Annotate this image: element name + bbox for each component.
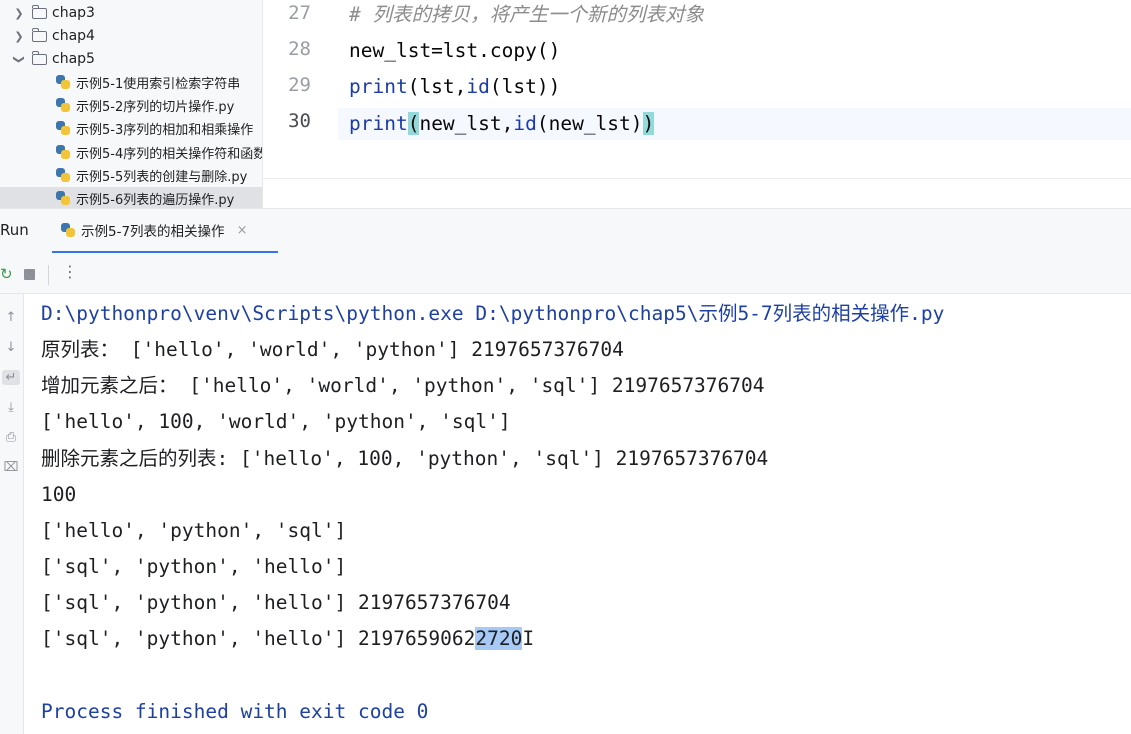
file-label: 示例5-2序列的切片操作.py [76, 99, 235, 115]
line-number: 27 [288, 2, 311, 24]
console-output-line: ['sql', 'python', 'hello'] 2197659062272… [41, 625, 535, 653]
console-output-line: ['sql', 'python', 'hello'] [41, 555, 347, 578]
tree-file-item[interactable]: 示例5-2序列的切片操作.py [56, 94, 234, 116]
matching-paren-highlight: ( [407, 112, 420, 135]
soft-wrap-icon[interactable]: ↵ [2, 370, 20, 385]
close-icon[interactable]: × [237, 223, 248, 238]
matching-paren-highlight: ) [642, 112, 655, 135]
run-tool-window-header: Run 示例5-7列表的相关操作 × [0, 208, 1131, 255]
console-output-text: ['sql', 'python', 'hello'] 2197659062 [41, 627, 476, 650]
run-panel-title: Run [0, 221, 29, 239]
stop-icon[interactable] [24, 269, 35, 280]
tree-file-item[interactable]: 示例5-6列表的遍历操作.py [0, 187, 262, 208]
code-token: (new_lst) [536, 112, 643, 135]
folder-icon [32, 50, 47, 65]
text-cursor-icon: I [522, 627, 535, 650]
tree-file-item[interactable]: 示例5-4序列的相关操作符和函数 [56, 141, 263, 163]
folder-icon [32, 27, 47, 42]
folder-icon [32, 4, 47, 19]
console-output-line: 100 [41, 483, 77, 506]
editor-divider [263, 178, 1131, 179]
line-number: 30 [288, 110, 311, 132]
print-icon[interactable]: ⎙ [2, 430, 20, 445]
code-token-builtin: print [349, 112, 408, 135]
console-output-line: 增加元素之后： ['hello', 'world', 'python', 'sq… [41, 374, 765, 397]
chevron-right-icon[interactable]: ❯ [12, 7, 26, 20]
code-token: new_lst, [419, 112, 514, 135]
scroll-down-icon[interactable]: ↓ [2, 340, 20, 355]
chevron-right-icon[interactable]: ❯ [12, 30, 26, 43]
console-output-line: ['sql', 'python', 'hello'] 2197657376704 [41, 591, 511, 614]
code-token-builtin: id [513, 112, 537, 135]
scroll-up-icon[interactable]: ↑ [2, 310, 20, 325]
file-label: 示例5-1使用索引检索字符串 [76, 76, 241, 92]
toolbar-separator [48, 265, 49, 285]
file-label: 示例5-3序列的相加和相乘操作 [76, 122, 254, 138]
file-label: 示例5-4序列的相关操作符和函数 [76, 146, 263, 162]
line-number-gutter: 27 28 29 30 [263, 0, 338, 178]
python-file-icon [56, 145, 70, 159]
tree-file-item[interactable]: 示例5-1使用索引检索字符串 [56, 71, 240, 93]
run-tab-label: 示例5-7列表的相关操作 [81, 224, 225, 240]
project-tree: ❯ chap3 ❯ chap4 ❯ chap5 示例5-1使用索引检索字符串 示… [0, 0, 263, 208]
python-file-icon [56, 121, 70, 135]
folder-label: chap4 [52, 28, 95, 44]
tree-folder-chap3[interactable]: ❯ chap3 [12, 2, 95, 24]
console-output-line: 删除元素之后的列表: ['hello', 100, 'python', 'sql… [41, 447, 769, 470]
file-label: 示例5-5列表的创建与删除.py [76, 169, 248, 185]
tree-folder-chap4[interactable]: ❯ chap4 [12, 25, 95, 47]
code-line-28[interactable]: new_lst=lst.copy() [349, 36, 560, 66]
code-line-27[interactable]: # 列表的拷贝，将产生一个新的列表对象 [349, 0, 704, 30]
run-config-tab[interactable]: 示例5-7列表的相关操作 × [52, 209, 278, 253]
code-token: (lst)) [489, 75, 561, 98]
line-number: 29 [288, 74, 311, 96]
text-selection: 2720 [475, 627, 523, 650]
code-editor[interactable]: 27 28 29 30 # 列表的拷贝，将产生一个新的列表对象 new_lst=… [263, 0, 1131, 208]
console-output[interactable]: D:\pythonpro\venv\Scripts\python.exe D:\… [24, 294, 1131, 734]
tree-file-item[interactable]: 示例5-3序列的相加和相乘操作 [56, 117, 253, 139]
python-file-icon [56, 168, 70, 182]
scroll-to-end-icon[interactable]: ⤓ [2, 400, 20, 415]
console-command-line: D:\pythonpro\venv\Scripts\python.exe D:\… [41, 302, 945, 325]
python-file-icon [61, 223, 75, 237]
python-file-icon [56, 191, 70, 205]
code-token-builtin: print [349, 75, 408, 98]
python-file-icon [56, 75, 70, 89]
folder-label: chap3 [52, 5, 95, 21]
chevron-down-icon[interactable]: ❯ [13, 52, 26, 66]
more-options-icon[interactable]: ⋮ [62, 262, 78, 281]
tree-file-item[interactable]: 示例5-5列表的创建与删除.py [56, 164, 247, 186]
line-number: 28 [288, 38, 311, 60]
process-finished-line: Process finished with exit code 0 [41, 700, 429, 723]
console-output-line: ['hello', 'python', 'sql'] [41, 519, 347, 542]
rerun-icon[interactable]: ↻ [0, 265, 13, 283]
python-file-icon [56, 98, 70, 112]
code-line-29[interactable]: print(lst,id(lst)) [349, 72, 560, 102]
file-label: 示例5-6列表的遍历操作.py [76, 192, 235, 208]
console-output-line: 原列表： ['hello', 'world', 'python'] 219765… [41, 338, 624, 361]
console-side-toolbar: ↑ ↓ ↵ ⤓ ⎙ ⌧ [0, 294, 24, 734]
console-output-line: ['hello', 100, 'world', 'python', 'sql'] [41, 410, 511, 433]
code-line-30[interactable]: print(new_lst,id(new_lst)) [349, 109, 655, 139]
code-token: (lst, [407, 75, 467, 98]
run-toolbar: ↻ ⋮ [0, 255, 1131, 294]
trash-icon[interactable]: ⌧ [2, 460, 20, 475]
tree-folder-chap5[interactable]: ❯ chap5 [12, 48, 95, 70]
code-token-builtin: id [466, 75, 490, 98]
folder-label: chap5 [52, 51, 95, 67]
